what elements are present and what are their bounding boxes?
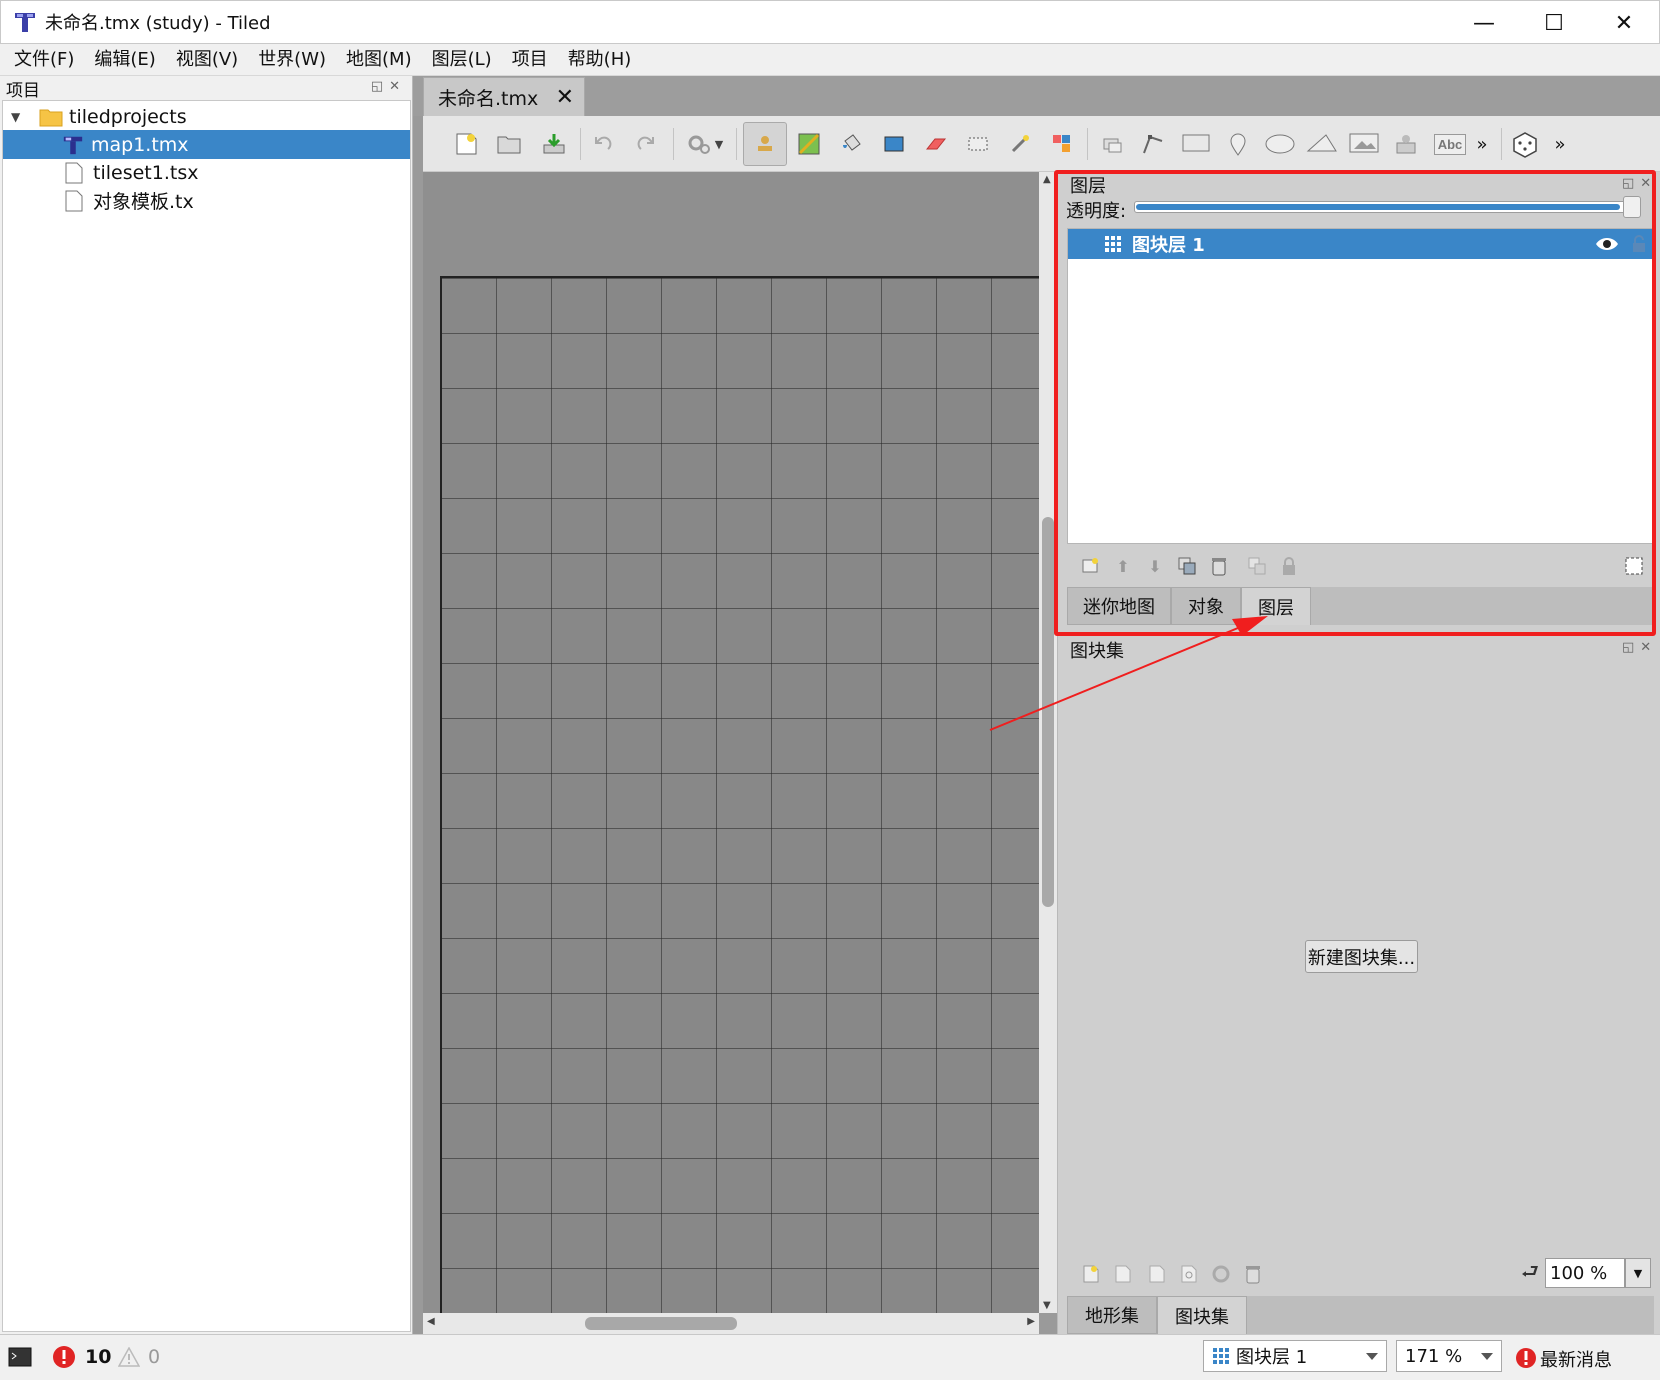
- annotation-arrow: [989, 616, 1268, 731]
- replace-tileset-icon[interactable]: [1209, 1262, 1233, 1286]
- tile-layer-icon: [1213, 1348, 1229, 1364]
- news-link[interactable]: 最新消息: [1540, 1346, 1612, 1372]
- new-tileset-button[interactable]: 新建图块集...: [1305, 940, 1418, 973]
- tileset-panel-title: 图块集: [1070, 641, 1124, 662]
- error-icon[interactable]: [52, 1345, 76, 1369]
- dock-float-close-icons[interactable]: ◱✕: [1622, 640, 1657, 655]
- error-count[interactable]: 10: [85, 1346, 111, 1368]
- chevron-down-icon: [1366, 1353, 1378, 1360]
- warning-icon[interactable]: [118, 1347, 140, 1367]
- warning-count[interactable]: 0: [148, 1346, 160, 1368]
- embed-tileset-icon[interactable]: [1111, 1262, 1135, 1286]
- new-tileset-icon[interactable]: [1079, 1262, 1103, 1286]
- chevron-down-icon: [1481, 1353, 1493, 1360]
- current-layer-combo[interactable]: 图块层 1: [1203, 1340, 1387, 1372]
- news-alert-icon: [1516, 1348, 1536, 1368]
- tab-tilesets[interactable]: 图块集: [1157, 1296, 1247, 1334]
- map-zoom-label: 171 %: [1405, 1345, 1463, 1367]
- tileset-dock-tabs: 地形集 图块集: [1067, 1296, 1654, 1334]
- map-zoom-combo[interactable]: 171 %: [1396, 1340, 1502, 1372]
- export-tileset-icon[interactable]: [1145, 1262, 1169, 1286]
- current-layer-label: 图块层 1: [1236, 1347, 1308, 1368]
- remove-tileset-icon[interactable]: [1241, 1262, 1265, 1286]
- edit-tileset-icon[interactable]: [1177, 1262, 1201, 1286]
- tileset-zoom-dropdown-icon[interactable]: ▼: [1625, 1258, 1651, 1288]
- tab-terrain-sets[interactable]: 地形集: [1067, 1296, 1157, 1334]
- console-icon[interactable]: [8, 1347, 32, 1367]
- tileset-zoom-field[interactable]: 100 %: [1545, 1258, 1625, 1288]
- dynamic-wrapping-icon[interactable]: ⮐: [1515, 1259, 1545, 1286]
